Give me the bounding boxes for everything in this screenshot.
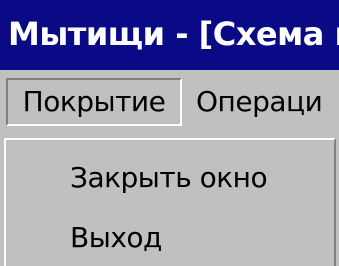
title-bar[interactable]: Мытищи - [Схема п — [0, 0, 339, 70]
menu-item-close-window[interactable]: Закрыть окно — [70, 158, 268, 198]
application-window: Мытищи - [Схема п Покрытие Операци Закры… — [0, 0, 339, 266]
menu-bar: Покрытие Операци — [0, 70, 339, 134]
window-title: Мытищи - [Схема п — [8, 15, 339, 53]
pokrytie-dropdown-menu: Закрыть окно Выход — [4, 138, 336, 266]
menu-item-exit[interactable]: Выход — [70, 218, 162, 258]
menu-operatsii[interactable]: Операци — [196, 78, 323, 126]
menu-pokrytie[interactable]: Покрытие — [6, 78, 182, 126]
